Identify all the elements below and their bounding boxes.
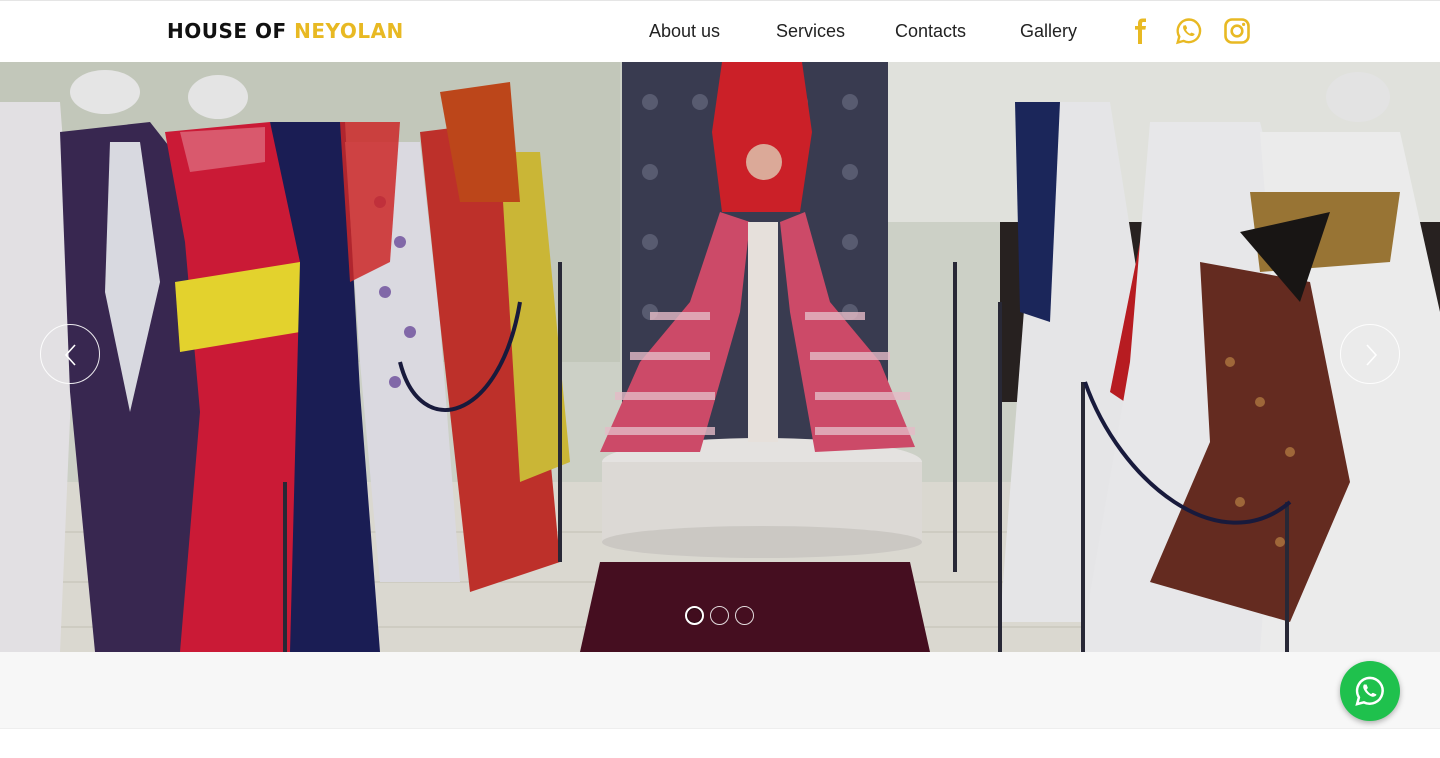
next-section	[0, 728, 1440, 758]
nav-services[interactable]: Services	[776, 21, 845, 42]
carousel-dot-3[interactable]	[735, 606, 754, 625]
dress-showroom-photo	[0, 62, 1440, 652]
carousel-indicators	[685, 606, 754, 625]
site-logo[interactable]: HOUSE OF NEYOLAN	[167, 19, 404, 43]
nav-about-us[interactable]: About us	[649, 21, 720, 42]
carousel-dot-1[interactable]	[685, 606, 704, 625]
logo-text-neyolan: NEYOLAN	[294, 19, 404, 43]
site-header: HOUSE OF NEYOLAN About us Services Conta…	[0, 0, 1440, 62]
whatsapp-chat-button[interactable]	[1340, 661, 1400, 721]
carousel-next-button[interactable]	[1340, 324, 1400, 384]
logo-text-house-of: HOUSE OF	[167, 19, 287, 43]
carousel-prev-button[interactable]	[40, 324, 100, 384]
chevron-left-icon	[64, 344, 76, 366]
chevron-right-icon	[1366, 344, 1378, 366]
carousel-dot-2[interactable]	[710, 606, 729, 625]
facebook-icon[interactable]	[1127, 17, 1155, 45]
instagram-icon[interactable]	[1223, 17, 1251, 45]
content-band	[0, 652, 1440, 728]
hero-carousel	[0, 62, 1440, 652]
whatsapp-icon	[1355, 676, 1384, 706]
whatsapp-icon[interactable]	[1175, 17, 1203, 45]
nav-contacts[interactable]: Contacts	[895, 21, 966, 42]
nav-gallery[interactable]: Gallery	[1020, 21, 1077, 42]
